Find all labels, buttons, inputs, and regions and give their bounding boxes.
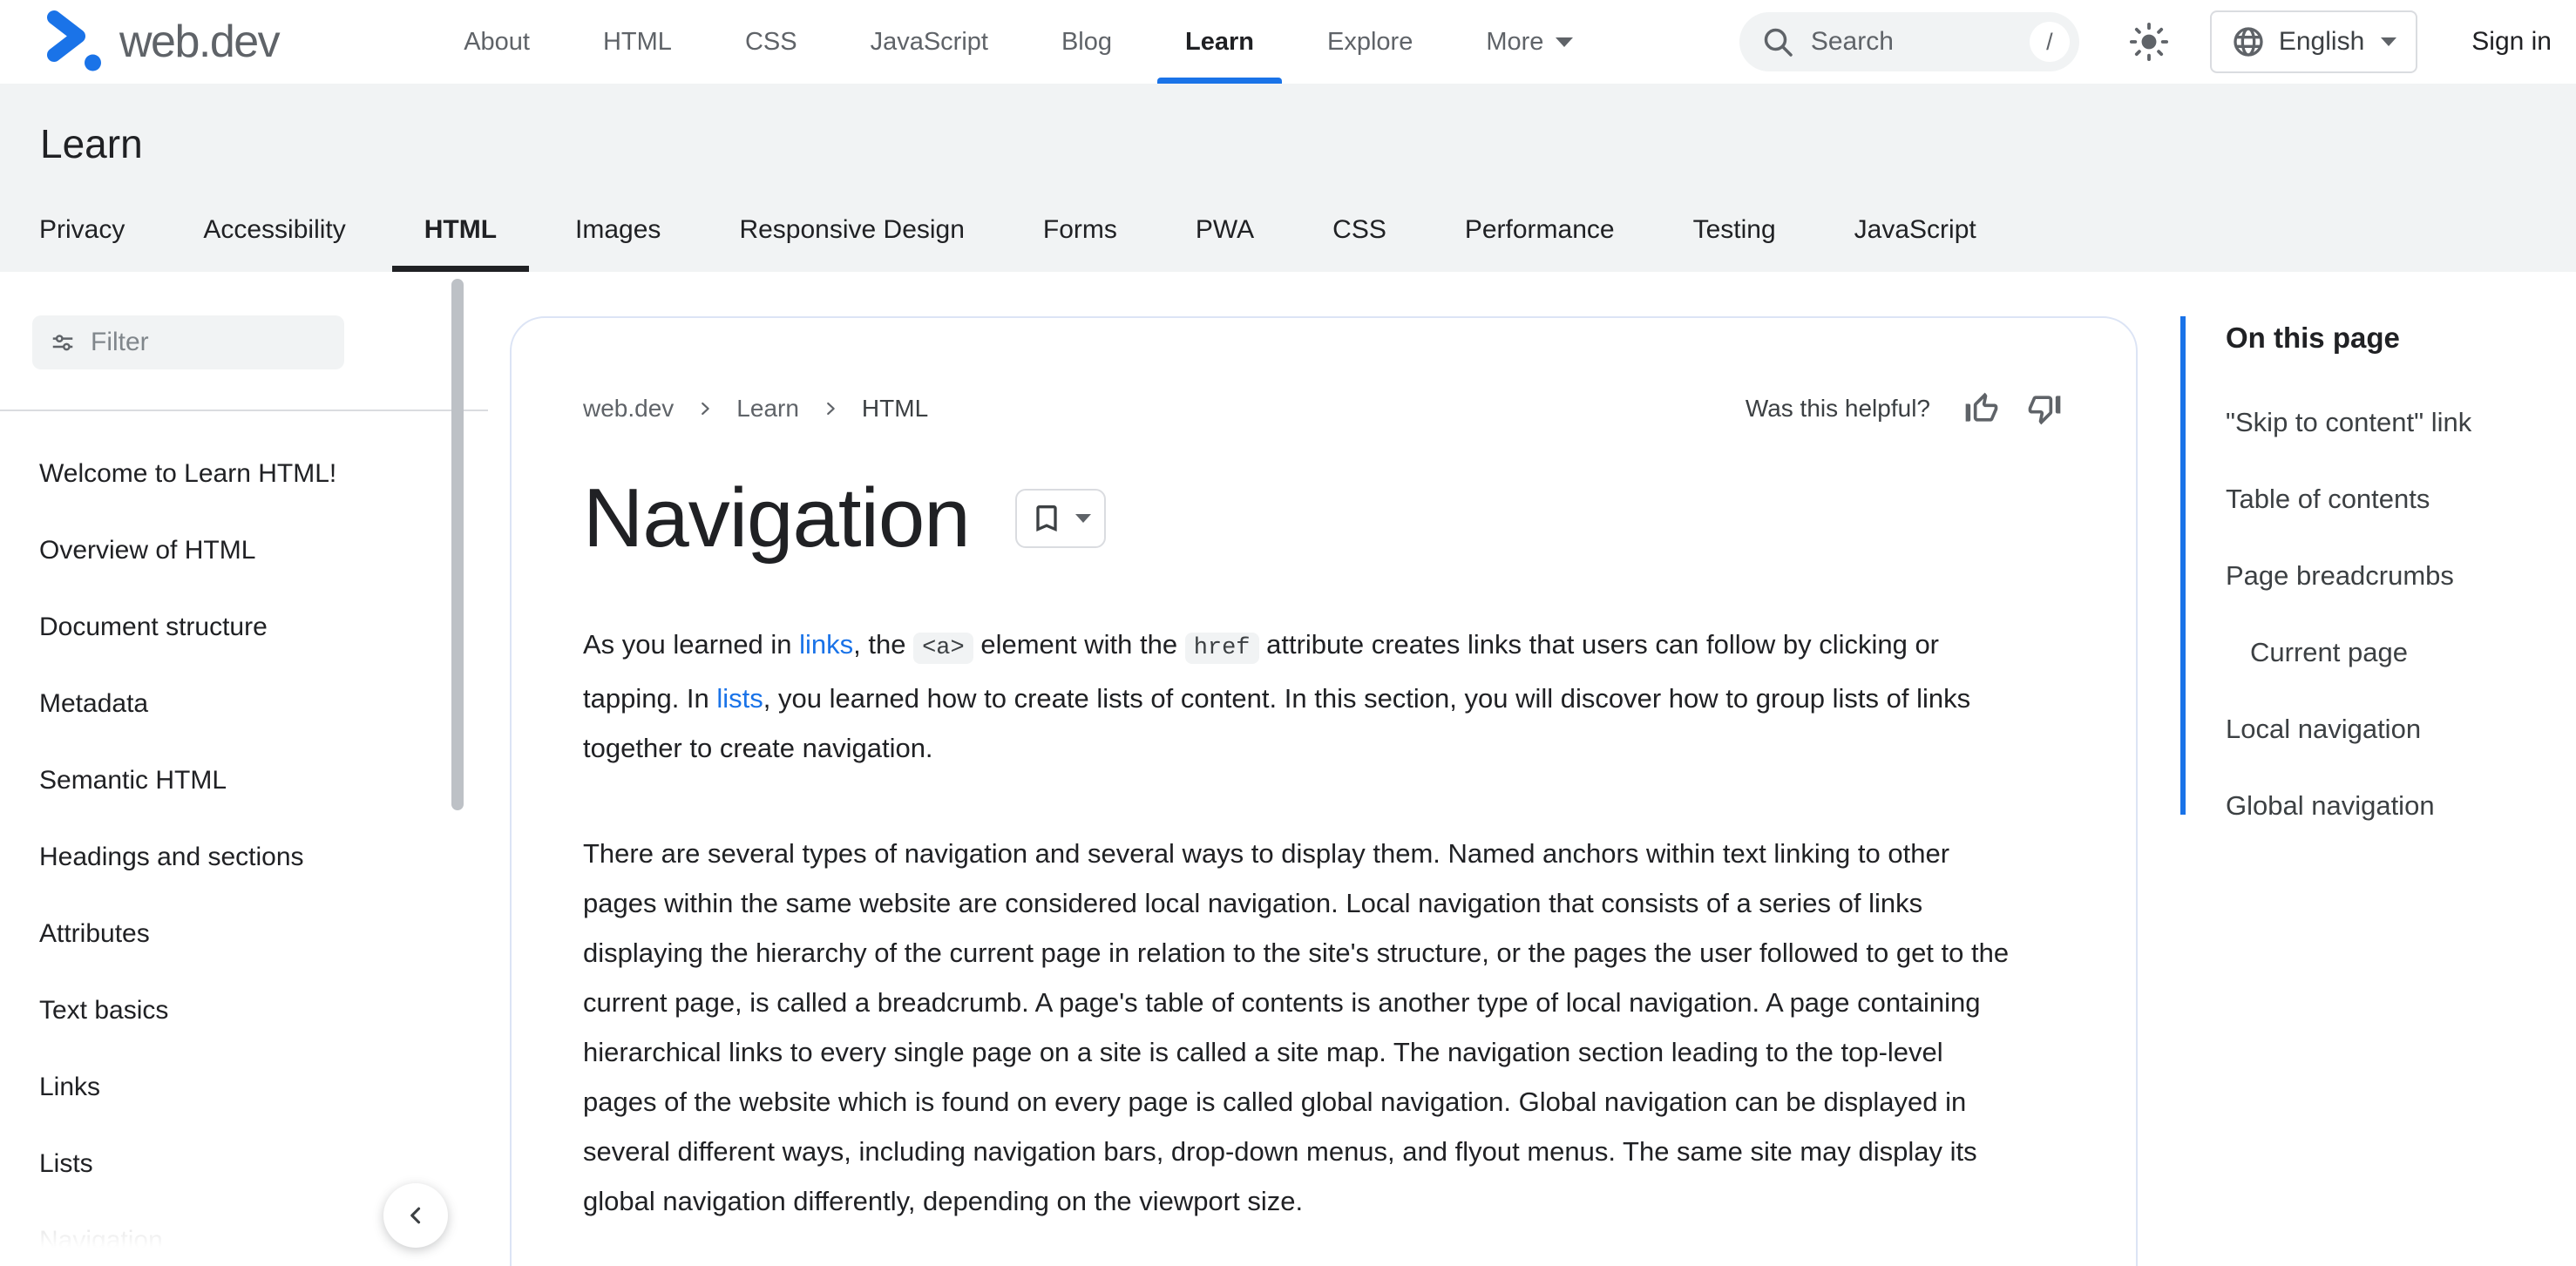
sidebar-item-document-structure[interactable]: Document structure (0, 589, 462, 666)
tab-privacy[interactable]: Privacy (0, 188, 164, 272)
sidebar-item-overview[interactable]: Overview of HTML (0, 512, 462, 589)
filter-icon (52, 335, 73, 351)
theme-toggle-button[interactable] (2128, 21, 2170, 63)
tab-accessibility[interactable]: Accessibility (164, 188, 384, 272)
thumb-down-icon (2028, 396, 2061, 425)
nav-item-more[interactable]: More (1449, 0, 1610, 84)
course-tabs: Privacy Accessibility HTML Images Respon… (0, 188, 2016, 272)
globe-icon (2234, 27, 2263, 57)
search-input[interactable]: Search / (1739, 12, 2079, 71)
sidebar-item-semantic-html[interactable]: Semantic HTML (0, 742, 462, 819)
page-title: Learn (40, 121, 143, 166)
course-sidebar: Filter Welcome to Learn HTML! Overview o… (0, 272, 488, 1266)
nav-item-about[interactable]: About (427, 0, 566, 84)
toc-item-page-breadcrumbs[interactable]: Page breadcrumbs (2226, 538, 2555, 614)
toc-title: On this page (2226, 322, 2400, 354)
filter-placeholder: Filter (91, 328, 149, 356)
on-this-page: On this page "Skip to content" link Tabl… (2180, 316, 2555, 821)
tab-pwa[interactable]: PWA (1156, 188, 1293, 272)
tab-responsive-design[interactable]: Responsive Design (700, 188, 1003, 272)
nav-item-javascript[interactable]: JavaScript (834, 0, 1025, 84)
lesson-list: Welcome to Learn HTML! Overview of HTML … (0, 436, 462, 1266)
sidebar-item-attributes[interactable]: Attributes (0, 896, 462, 972)
logo-wordmark: web.dev (119, 17, 281, 67)
sidebar-item-lists[interactable]: Lists (0, 1126, 462, 1202)
feedback-widget: Was this helpful? (1746, 389, 2064, 429)
helpful-label: Was this helpful? (1745, 395, 1930, 422)
nav-item-blog[interactable]: Blog (1025, 0, 1149, 84)
sidebar-item-headings[interactable]: Headings and sections (0, 819, 462, 896)
toc-item-table-of-contents[interactable]: Table of contents (2226, 461, 2555, 538)
text-segment: element with the (973, 629, 1185, 660)
thumb-up-icon (1965, 392, 1998, 422)
tab-forms[interactable]: Forms (1004, 188, 1156, 272)
toc-item-global-navigation[interactable]: Global navigation (2226, 768, 2555, 844)
nav-item-html[interactable]: HTML (566, 0, 708, 84)
article-title-row: Navigation (583, 468, 2064, 569)
links-link[interactable]: links (799, 629, 853, 660)
bookmark-button[interactable] (1014, 489, 1106, 548)
sidebar-item-welcome[interactable]: Welcome to Learn HTML! (0, 436, 462, 512)
breadcrumb-webdev[interactable]: web.dev (583, 395, 674, 423)
header-actions: Search / English Sign in (1739, 10, 2552, 73)
bookmark-icon (1036, 505, 1057, 531)
text-segment: As you learned in (583, 629, 800, 660)
toc-list: "Skip to content" link Table of contents… (2226, 384, 2555, 844)
sidebar-item-text-basics[interactable]: Text basics (0, 972, 462, 1049)
search-placeholder: Search (1810, 27, 1894, 56)
tab-html[interactable]: HTML (385, 188, 536, 272)
learn-hero: Learn Privacy Accessibility HTML Images … (0, 84, 2576, 272)
thumb-down-button[interactable] (2024, 389, 2064, 429)
sign-in-button[interactable]: Sign in (2471, 27, 2552, 57)
thumb-up-button[interactable] (1962, 389, 2002, 429)
sidebar-collapse-button[interactable] (383, 1183, 448, 1248)
nav-item-explore[interactable]: Explore (1291, 0, 1449, 84)
language-label: English (2278, 27, 2365, 56)
paragraph-2: There are several types of navigation an… (583, 838, 2010, 1216)
text-segment: , you learned how to create lists of con… (583, 683, 1971, 763)
toc-item-current-page[interactable]: Current page (2226, 614, 2555, 691)
chevron-left-icon (410, 1207, 421, 1224)
lists-link[interactable]: lists (716, 683, 763, 714)
article-title: Navigation (583, 471, 971, 565)
filter-input[interactable]: Filter (32, 315, 344, 369)
toc-item-skip-to-content[interactable]: "Skip to content" link (2226, 384, 2555, 461)
site-header: web.dev About HTML CSS JavaScript Blog L… (0, 0, 2576, 84)
breadcrumb: web.dev Learn HTML (583, 395, 928, 423)
tab-css[interactable]: CSS (1293, 188, 1426, 272)
nav-item-learn[interactable]: Learn (1149, 0, 1291, 84)
primary-nav: About HTML CSS JavaScript Blog Learn Exp… (427, 0, 1610, 84)
toc-item-local-navigation[interactable]: Local navigation (2226, 691, 2555, 768)
tab-images[interactable]: Images (536, 188, 700, 272)
chevron-right-icon (695, 399, 715, 418)
caret-down-icon (2381, 37, 2397, 46)
caret-down-icon (1556, 37, 1574, 47)
webdev-logo[interactable]: web.dev (39, 9, 281, 75)
code-a-element: <a> (913, 633, 973, 664)
tab-performance[interactable]: Performance (1426, 188, 1654, 272)
nav-item-css[interactable]: CSS (708, 0, 834, 84)
sidebar-item-metadata[interactable]: Metadata (0, 666, 462, 742)
article-card: web.dev Learn HTML Was this helpful? Nav… (510, 316, 2138, 1266)
breadcrumb-html: HTML (861, 395, 929, 422)
nav-more-label: More (1486, 27, 1544, 56)
code-href-attribute: href (1184, 633, 1259, 664)
sidebar-item-links[interactable]: Links (0, 1049, 462, 1126)
search-icon (1764, 28, 1793, 57)
search-shortcut-chip: / (2029, 22, 2070, 62)
sidebar-divider (0, 410, 488, 411)
chevron-right-icon (821, 399, 840, 418)
tab-javascript[interactable]: JavaScript (1815, 188, 2016, 272)
tab-testing[interactable]: Testing (1654, 188, 1815, 272)
text-segment: , the (853, 629, 914, 660)
paragraph-1: As you learned in links, the <a> element… (583, 619, 2014, 773)
sidebar-scrollbar[interactable] (451, 279, 464, 810)
article-card-header: web.dev Learn HTML Was this helpful? (583, 388, 2064, 430)
sun-icon (2129, 22, 2168, 62)
breadcrumb-learn[interactable]: Learn (736, 395, 799, 423)
web-dev-logo-icon (43, 10, 101, 71)
caret-down-icon (1075, 514, 1092, 523)
language-selector[interactable]: English (2209, 10, 2418, 73)
article-body: As you learned in links, the <a> element… (583, 619, 2014, 1266)
